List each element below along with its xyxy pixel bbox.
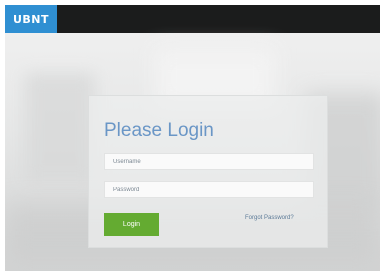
password-input[interactable]: [104, 181, 314, 198]
login-title: Please Login: [104, 120, 214, 141]
username-input[interactable]: [104, 153, 314, 170]
app-window: UBNT Please Login Login Forgot Password?: [5, 5, 380, 271]
login-button[interactable]: Login: [104, 213, 159, 236]
top-bar: UBNT: [5, 5, 380, 33]
brand-logo: UBNT: [5, 5, 57, 33]
background-shape-left: [25, 73, 95, 183]
forgot-password-link[interactable]: Forgot Password?: [245, 215, 294, 221]
login-panel: Please Login Login Forgot Password?: [88, 95, 328, 248]
brand-logo-text: UBNT: [12, 12, 50, 26]
